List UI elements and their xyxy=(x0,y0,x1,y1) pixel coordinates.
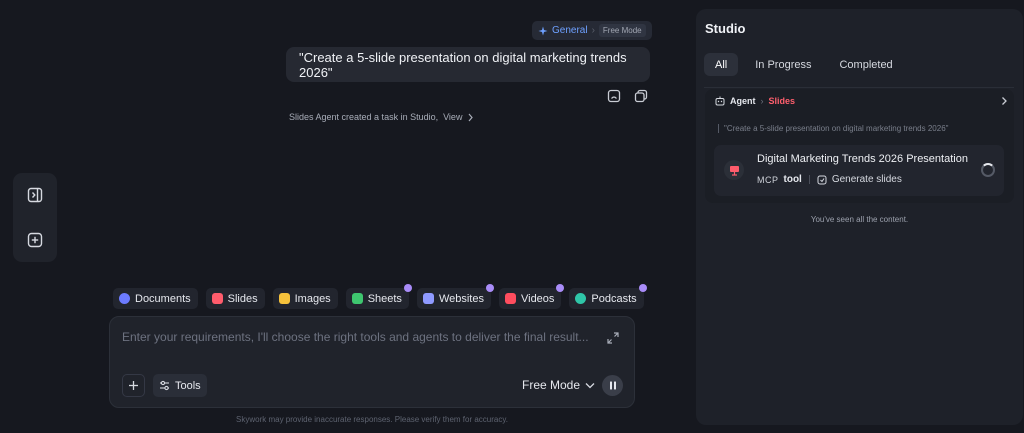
documents-icon xyxy=(119,293,130,304)
mode-chip: General › Free Mode xyxy=(532,21,652,40)
new-badge-icon xyxy=(485,284,494,292)
new-badge-icon xyxy=(638,284,647,292)
user-message-text: "Create a 5-slide presentation on digita… xyxy=(299,49,627,80)
chip-label: Slides xyxy=(227,292,258,305)
chip-videos[interactable]: Videos xyxy=(498,284,565,309)
mode-free-label: Free Mode xyxy=(598,24,646,37)
copy-icon[interactable] xyxy=(634,89,648,103)
agent-note: Slides Agent created a task in Studio, V… xyxy=(289,112,474,122)
prompt-input-box: Enter your requirements, I'll choose the… xyxy=(109,316,635,408)
tab-completed[interactable]: Completed xyxy=(828,53,903,76)
pause-button[interactable] xyxy=(602,375,623,396)
studio-tabs: All In Progress Completed xyxy=(704,53,904,76)
user-message-bubble: "Create a 5-slide presentation on digita… xyxy=(286,47,650,82)
studio-panel: Studio All In Progress Completed Agent ›… xyxy=(696,9,1023,425)
podcasts-icon xyxy=(575,293,587,304)
agent-note-view-link[interactable]: View xyxy=(443,112,462,122)
disclaimer: Skywork may provide inaccurate responses… xyxy=(236,415,508,424)
attach-button[interactable] xyxy=(122,374,145,397)
presentation-icon xyxy=(729,165,740,176)
videos-icon xyxy=(504,293,516,304)
meta-divider xyxy=(808,175,810,184)
images-icon xyxy=(278,293,290,304)
task-item-meta: MCP tool Generate slides xyxy=(757,174,902,185)
expand-icon[interactable] xyxy=(607,332,619,344)
prompt-input[interactable]: Enter your requirements, I'll choose the… xyxy=(122,330,597,344)
message-actions xyxy=(607,89,648,103)
task-item-name: Digital Marketing Trends 2026 Presentati… xyxy=(757,153,968,165)
chip-websites[interactable]: Websites xyxy=(416,284,494,309)
chip-label: Podcasts xyxy=(591,292,637,305)
task-header: Agent › Slides xyxy=(715,96,795,106)
mode-general-label: General xyxy=(552,25,588,36)
plus-icon xyxy=(128,380,139,391)
generate-slides-label: Generate slides xyxy=(831,174,902,185)
agent-note-text: Slides Agent created a task in Studio, xyxy=(289,112,439,122)
slides-thumb xyxy=(724,160,744,180)
task-card[interactable]: Agent › Slides "Create a 5-slide present… xyxy=(705,89,1014,203)
chip-label: Websites xyxy=(438,292,484,305)
chip-label: Documents xyxy=(135,292,191,305)
chevron-right-icon[interactable] xyxy=(999,96,1009,106)
mode-select[interactable]: Free Mode xyxy=(522,378,595,392)
left-rail xyxy=(13,173,57,262)
new-badge-icon xyxy=(556,284,565,292)
sidebar-toggle-icon xyxy=(27,187,43,203)
plus-square-icon xyxy=(27,232,43,248)
new-badge-icon xyxy=(403,284,412,292)
seen-all-text: You've seen all the content. xyxy=(810,215,909,224)
studio-divider xyxy=(704,87,1014,88)
sliders-icon xyxy=(159,380,170,391)
chip-slides[interactable]: Slides xyxy=(205,288,265,309)
websites-icon xyxy=(422,293,434,304)
chip-label: Sheets xyxy=(367,292,402,305)
chip-images[interactable]: Images xyxy=(272,288,338,309)
task-separator: › xyxy=(760,96,764,106)
chip-documents[interactable]: Documents xyxy=(113,288,198,309)
loading-spinner-icon xyxy=(981,163,995,177)
chevron-down-icon xyxy=(585,382,595,389)
agent-icon xyxy=(715,96,725,106)
task-item[interactable]: Digital Marketing Trends 2026 Presentati… xyxy=(714,145,1004,196)
mode-separator: › xyxy=(591,25,595,36)
tools-label: Tools xyxy=(175,379,201,392)
tab-all[interactable]: All xyxy=(704,53,739,76)
sparkle-icon xyxy=(538,26,548,36)
pause-icon xyxy=(609,381,617,390)
tool-chip-row: Documents Slides Images Sheets Websites … xyxy=(113,284,647,309)
tools-button[interactable]: Tools xyxy=(153,374,207,397)
tool-label: tool xyxy=(783,174,802,185)
tab-in-progress[interactable]: In Progress xyxy=(744,53,822,76)
task-type-label: Slides xyxy=(768,96,796,106)
new-chat-button[interactable] xyxy=(21,226,49,254)
generate-icon xyxy=(817,175,827,185)
sheets-icon xyxy=(351,293,363,304)
task-agent-label: Agent xyxy=(730,96,756,106)
slides-icon xyxy=(211,293,223,304)
chip-sheets[interactable]: Sheets xyxy=(345,284,412,309)
studio-title: Studio xyxy=(705,21,746,36)
chevron-right-icon xyxy=(467,113,474,122)
chip-podcasts[interactable]: Podcasts xyxy=(569,284,647,309)
task-quote: "Create a 5-slide presentation on digita… xyxy=(718,124,948,133)
toggle-sidebar-button[interactable] xyxy=(21,181,49,209)
chip-label: Images xyxy=(294,292,331,305)
mode-select-label: Free Mode xyxy=(522,378,581,392)
mcp-label: MCP xyxy=(757,174,779,185)
chip-label: Videos xyxy=(520,292,555,305)
edit-message-icon[interactable] xyxy=(607,89,621,103)
